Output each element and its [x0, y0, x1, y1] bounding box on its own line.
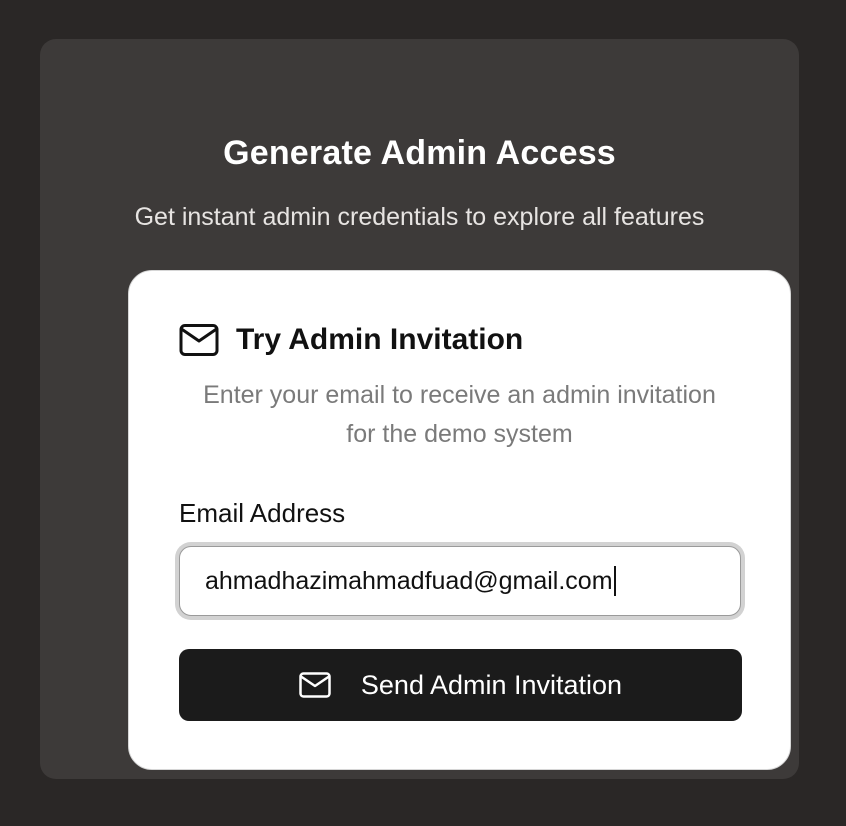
text-caret [613, 566, 616, 596]
page-subtitle: Get instant admin credentials to explore… [134, 203, 705, 231]
page-title: Generate Admin Access [223, 134, 616, 172]
card-title: Try Admin Invitation [236, 323, 524, 356]
card-header: Try Admin Invitation [179, 323, 523, 357]
mail-icon [179, 324, 219, 356]
email-field[interactable]: ahmadhazimahmadfuad@gmail.com [179, 546, 741, 616]
invitation-card: Try Admin Invitation Enter your email to… [128, 270, 791, 770]
mail-icon [299, 672, 331, 698]
send-invitation-button[interactable]: Send Admin Invitation [179, 649, 742, 721]
send-button-label: Send Admin Invitation [360, 669, 623, 700]
email-value: ahmadhazimahmadfuad@gmail.com [205, 566, 613, 595]
admin-access-panel: Generate Admin Access Get instant admin … [40, 39, 799, 779]
card-description: Enter your email to receive an admin inv… [203, 381, 716, 448]
email-label: Email Address [179, 498, 346, 528]
